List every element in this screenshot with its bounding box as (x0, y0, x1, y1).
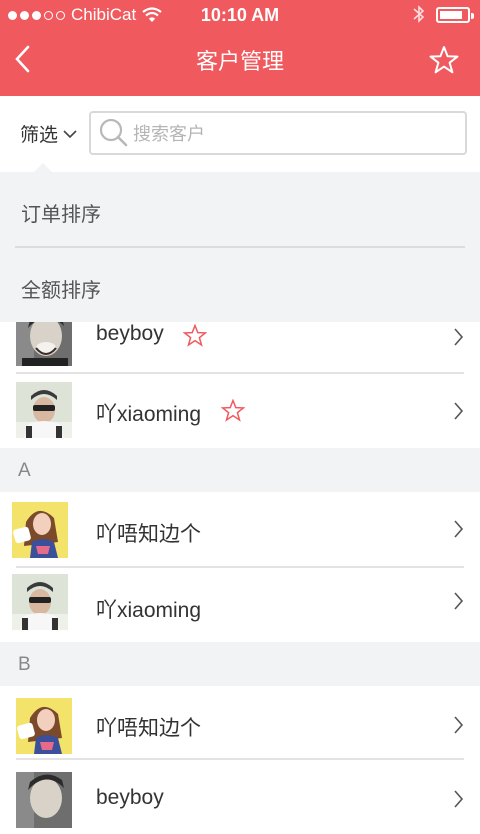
list-item[interactable]: 吖唔知边个 (0, 492, 480, 568)
status-time: 10:10 AM (200, 5, 280, 25)
chevron-right-icon (454, 790, 464, 808)
list-item[interactable]: beyboy (0, 760, 480, 834)
customer-name: beyboy (96, 322, 164, 345)
status-bar: ChibiCat 10:10 AM (0, 0, 480, 30)
customer-name: 吖xiaoming (96, 403, 202, 426)
chevron-right-icon (454, 716, 464, 734)
list-item[interactable]: 吖xiaoming (0, 374, 480, 448)
avatar (16, 772, 72, 828)
list-item[interactable]: 吖唔知边个 (0, 686, 480, 760)
section-header-b: B (0, 642, 480, 686)
search-box[interactable] (89, 111, 467, 155)
customer-name: 吖唔知边个 (96, 523, 201, 546)
bluetooth-icon (413, 5, 425, 23)
star-outline-icon (221, 399, 245, 422)
chevron-right-icon (454, 520, 464, 538)
chevron-right-icon (454, 402, 464, 420)
sort-by-amount-label: 全额排序 (21, 280, 101, 302)
chevron-down-icon (63, 129, 77, 138)
section-letter: A (18, 460, 31, 481)
search-icon (99, 118, 128, 147)
star-outline-icon (183, 324, 207, 347)
filter-dropdown[interactable]: 筛选 (20, 120, 78, 147)
sort-dropdown-menu: 订单排序 全额排序 (0, 172, 480, 322)
search-row: 筛选 (0, 96, 480, 172)
sort-by-orders-option[interactable]: 订单排序 (0, 172, 480, 248)
battery-icon (436, 7, 474, 23)
chevron-right-icon (454, 328, 464, 346)
page-title: 客户管理 (195, 49, 284, 74)
customer-name: 吖唔知边个 (96, 717, 201, 740)
avatar (12, 574, 68, 630)
star-icon[interactable] (428, 44, 460, 76)
search-input[interactable] (131, 119, 455, 149)
customer-name: beyboy (96, 786, 164, 809)
section-letter: B (18, 654, 31, 675)
avatar (12, 502, 68, 558)
chevron-right-icon (454, 592, 464, 610)
list-item[interactable]: 吖xiaoming (0, 568, 480, 642)
avatar (16, 698, 72, 754)
section-header-a: A (0, 448, 480, 492)
top-bar: ChibiCat 10:10 AM 客户管理 (0, 0, 480, 96)
sort-by-orders-label: 订单排序 (21, 204, 101, 226)
customer-name: 吖xiaoming (96, 599, 202, 622)
sort-by-amount-option[interactable]: 全额排序 (0, 248, 480, 322)
dropdown-caret (34, 163, 52, 172)
avatar (16, 382, 72, 438)
filter-label: 筛选 (20, 125, 59, 146)
